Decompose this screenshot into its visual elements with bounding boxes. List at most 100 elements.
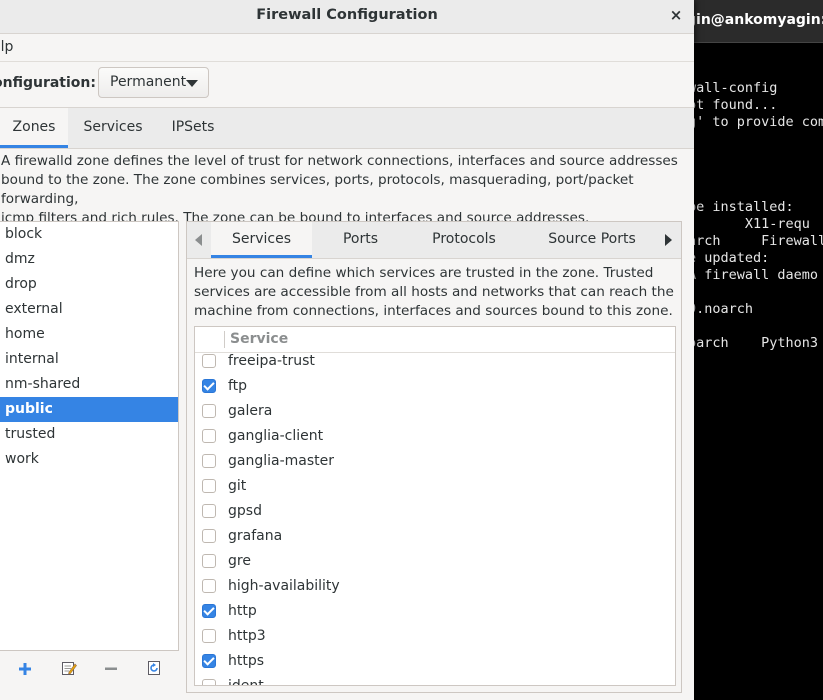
plus-icon [19, 663, 31, 675]
remove-zone-button[interactable] [99, 660, 123, 684]
zone-description-line: bound to the zone. The zone combines ser… [1, 172, 634, 207]
terminal-line: e updated: [694, 250, 770, 266]
tab-zones[interactable]: Zones [0, 108, 68, 148]
table-row[interactable]: galera [195, 399, 675, 424]
configuration-dropdown[interactable]: Permanent [98, 67, 209, 98]
terminal-line: oarch Python3 [694, 335, 819, 351]
minus-icon [105, 667, 117, 670]
configuration-label: onfiguration: [0, 75, 96, 91]
subtab-source-ports[interactable]: Source Ports [533, 222, 651, 258]
load-zone-defaults-button[interactable] [142, 660, 166, 684]
service-checkbox[interactable] [202, 504, 216, 518]
table-row[interactable]: ftp [195, 374, 675, 399]
tab-scroll-right-icon[interactable] [665, 234, 672, 246]
table-row[interactable]: gpsd [195, 499, 675, 524]
zone-item-public[interactable]: public [0, 397, 178, 422]
service-checkbox[interactable] [202, 579, 216, 593]
service-name: high-availability [228, 578, 340, 594]
table-row[interactable]: freeipa-trust [195, 349, 675, 374]
terminal-line: ot found... [694, 97, 778, 113]
menubar: elp [0, 34, 694, 62]
service-checkbox[interactable] [202, 604, 216, 618]
service-name: ftp [228, 378, 248, 394]
zone-item-home[interactable]: home [0, 322, 178, 347]
terminal-line: arch Firewall [694, 233, 823, 249]
zone-item-work[interactable]: work [0, 447, 178, 472]
table-row[interactable]: http [195, 599, 675, 624]
reload-icon [148, 661, 160, 675]
service-name: grafana [228, 528, 283, 544]
table-row[interactable]: ganglia-master [195, 449, 675, 474]
main-tabs: Zones Services IPSets [0, 107, 694, 149]
table-row[interactable]: git [195, 474, 675, 499]
terminal-line: wall-config [694, 80, 778, 96]
service-name: ident [228, 678, 264, 686]
service-checkbox[interactable] [202, 629, 216, 643]
zone-item-drop[interactable]: drop [0, 272, 178, 297]
service-checkbox[interactable] [202, 379, 216, 393]
service-checkbox[interactable] [202, 679, 216, 685]
subtab-services[interactable]: Services [211, 222, 312, 258]
service-name: galera [228, 403, 273, 419]
terminal-line: 9.noarch [694, 301, 754, 317]
zone-sub-tabs: Services Ports Protocols Source Ports [187, 222, 681, 259]
services-description-line: services are accessible from all hosts a… [194, 284, 674, 300]
zone-settings-panel: Services Ports Protocols Source Ports He… [186, 221, 682, 693]
service-checkbox[interactable] [202, 354, 216, 368]
zone-item-block[interactable]: block [0, 222, 178, 247]
table-row[interactable]: http3 [195, 624, 675, 649]
table-row[interactable]: gre [195, 549, 675, 574]
service-name: gre [228, 553, 251, 569]
zone-buttons [0, 652, 179, 692]
tab-services[interactable]: Services [74, 108, 152, 148]
zone-item-nm-shared[interactable]: nm-shared [0, 372, 178, 397]
edit-icon [62, 662, 77, 675]
column-separator [224, 331, 225, 348]
edit-zone-button[interactable] [57, 660, 81, 684]
zone-item-trusted[interactable]: trusted [0, 422, 178, 447]
add-zone-button[interactable] [13, 660, 37, 684]
zone-description-line: A firewalld zone defines the level of tr… [1, 153, 678, 169]
services-description-line: Here you can define which services are t… [194, 265, 654, 281]
service-checkbox[interactable] [202, 554, 216, 568]
window-title: Firewall Configuration [256, 7, 438, 23]
zone-item-external[interactable]: external [0, 297, 178, 322]
subtab-ports[interactable]: Ports [323, 222, 398, 258]
terminal-line: g' to provide com [694, 114, 823, 130]
table-row[interactable]: grafana [195, 524, 675, 549]
close-button[interactable]: × [669, 6, 683, 26]
service-name: http [228, 603, 257, 619]
table-row[interactable]: ident [195, 674, 675, 686]
subtab-protocols[interactable]: Protocols [415, 222, 513, 258]
window-titlebar[interactable]: Firewall Configuration × [0, 0, 694, 34]
terminal-title: gin@ankomyagin:~ [694, 0, 823, 43]
service-checkbox[interactable] [202, 654, 216, 668]
terminal-line: be installed: [694, 199, 794, 215]
zone-item-internal[interactable]: internal [0, 347, 178, 372]
service-name: ganglia-master [228, 453, 335, 469]
tab-ipsets[interactable]: IPSets [162, 108, 224, 148]
zone-item-dmz[interactable]: dmz [0, 247, 178, 272]
zones-list: block dmz drop external home internal nm… [0, 221, 179, 651]
terminal-window: gin@ankomyagin:~ wall-configot found...g… [694, 0, 823, 700]
service-name: gpsd [228, 503, 262, 519]
service-name: https [228, 653, 265, 669]
zone-description: A firewalld zone defines the level of tr… [1, 152, 691, 228]
firewall-config-window: Firewall Configuration × elp onfiguratio… [0, 0, 694, 700]
table-row[interactable]: high-availability [195, 574, 675, 599]
service-checkbox[interactable] [202, 479, 216, 493]
table-row[interactable]: https [195, 649, 675, 674]
service-checkbox[interactable] [202, 429, 216, 443]
dropdown-arrow-icon [186, 80, 198, 87]
menu-help[interactable]: elp [0, 34, 13, 60]
tab-scroll-left-icon[interactable] [195, 234, 202, 246]
service-name: freeipa-trust [228, 353, 315, 369]
service-checkbox[interactable] [202, 404, 216, 418]
terminal-line: A firewall daemo [694, 267, 819, 283]
service-name: git [228, 478, 247, 494]
service-checkbox[interactable] [202, 454, 216, 468]
services-description: Here you can define which services are t… [194, 264, 674, 321]
service-name: ganglia-client [228, 428, 324, 444]
table-row[interactable]: ganglia-client [195, 424, 675, 449]
service-checkbox[interactable] [202, 529, 216, 543]
